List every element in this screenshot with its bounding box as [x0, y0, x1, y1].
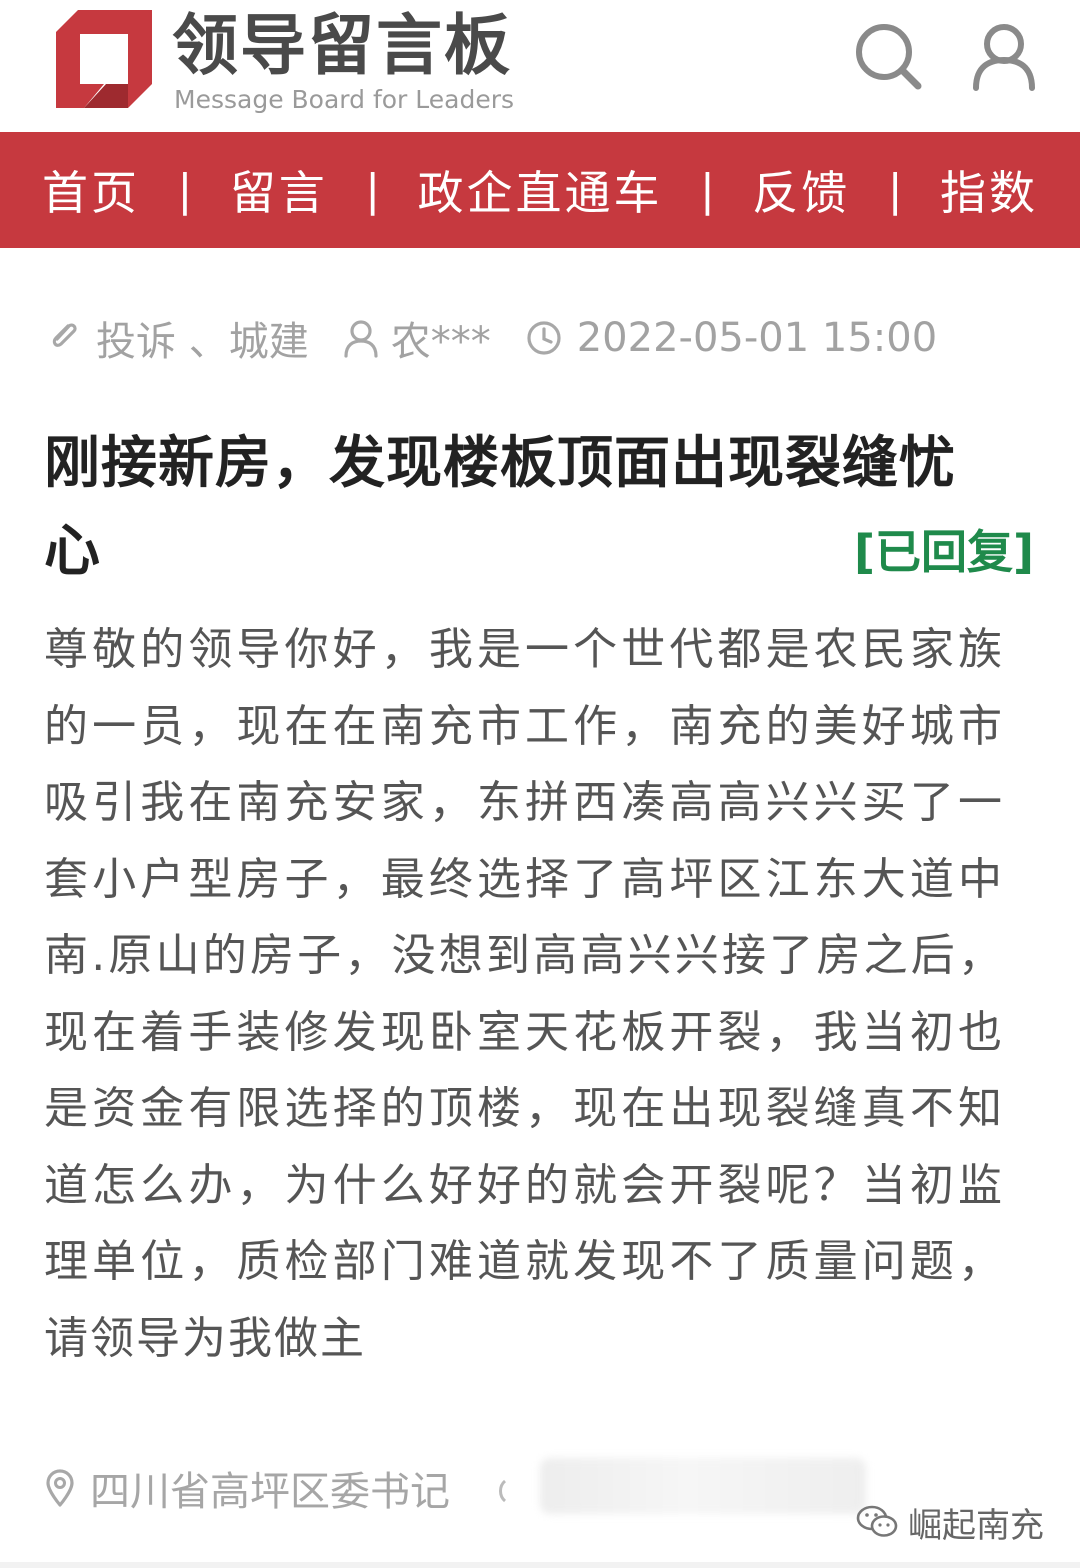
- wechat-icon: [856, 1505, 898, 1537]
- clock-icon: [527, 321, 561, 355]
- site-header: 领导留言板 Message Board for Leaders: [0, 0, 1080, 132]
- main-nav: 首页 | 留言 | 政企直通车 | 反馈 | 指数: [0, 132, 1080, 248]
- user-icon[interactable]: [968, 20, 1040, 92]
- site-title[interactable]: 领导留言板: [172, 8, 512, 84]
- location-icon: [46, 1469, 74, 1507]
- watermark: 崛起南充: [856, 1496, 1044, 1548]
- nav-item-index[interactable]: 指数: [940, 157, 1038, 223]
- post-recipient: 四川省高坪区委书记: [44, 1458, 450, 1518]
- post-body: 尊敬的领导你好，我是一个世代都是农民家族的一员，现在在南充市工作，南充的美好城市…: [44, 624, 1004, 1364]
- site-subtitle: Message Board for Leaders: [174, 85, 515, 114]
- nav-separator: |: [887, 164, 903, 216]
- post-category[interactable]: 投诉 、城建: [96, 309, 309, 367]
- nav-separator: |: [365, 164, 381, 216]
- search-icon[interactable]: [852, 20, 924, 92]
- tag-icon: [52, 323, 77, 347]
- status-badge: [已回复]: [853, 525, 1034, 579]
- nav-item-home[interactable]: 首页: [42, 157, 140, 223]
- logo-icon[interactable]: [44, 10, 152, 114]
- redacted-icon: [499, 1479, 507, 1503]
- post-datetime: 2022-05-01 15:00: [576, 315, 938, 361]
- redacted-area: [540, 1458, 866, 1514]
- nav-item-message[interactable]: 留言: [230, 157, 328, 223]
- recipient-name[interactable]: 四川省高坪区委书记: [90, 1459, 450, 1517]
- post-meta: 投诉 、城建 农*** 2022-05-01 15:00: [44, 308, 937, 368]
- user-icon: [344, 320, 378, 358]
- divider: [0, 1562, 1080, 1568]
- nav-separator: |: [177, 164, 193, 216]
- nav-item-enterprise-express[interactable]: 政企直通车: [418, 157, 663, 223]
- nav-item-feedback[interactable]: 反馈: [752, 157, 850, 223]
- nav-separator: |: [699, 164, 715, 216]
- post-author: 农***: [390, 319, 491, 365]
- watermark-text: 崛起南充: [908, 1505, 1044, 1546]
